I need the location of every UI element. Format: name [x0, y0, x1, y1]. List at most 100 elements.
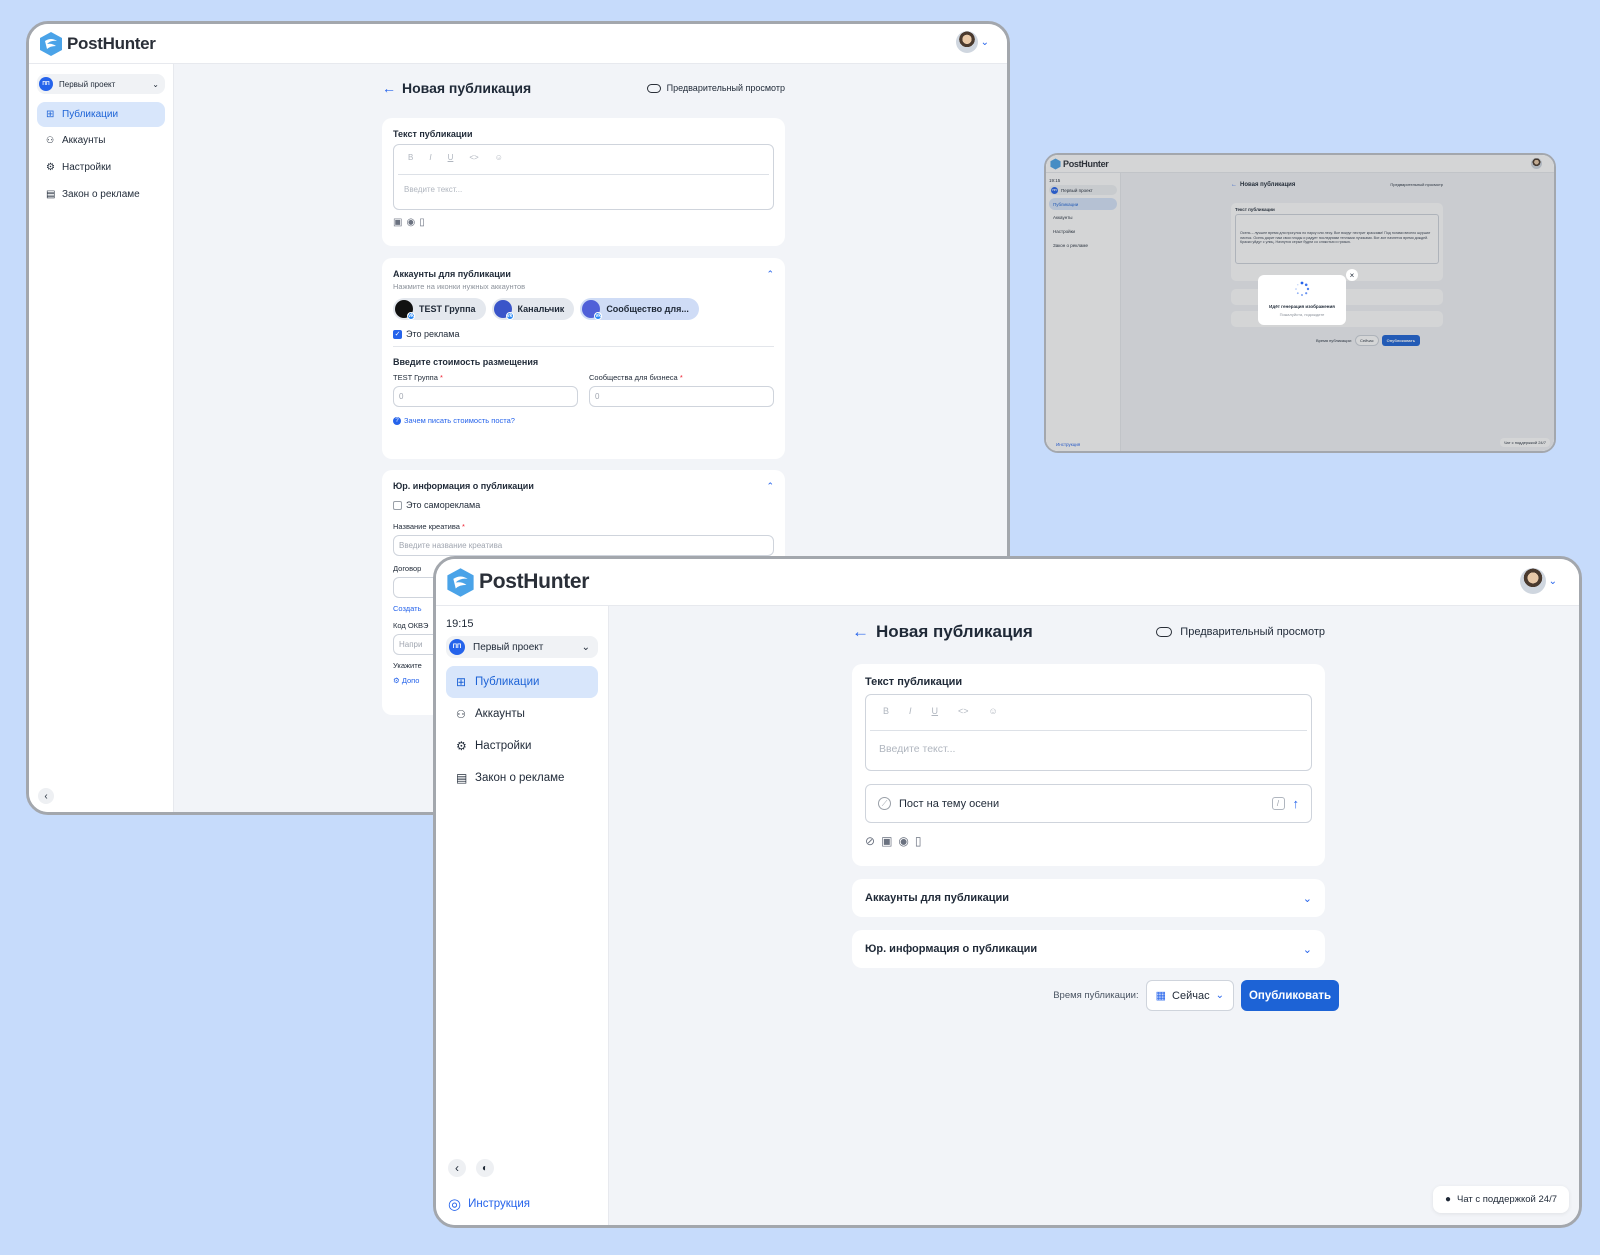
italic-icon[interactable]: I — [909, 706, 912, 719]
user-avatar[interactable] — [1519, 568, 1546, 594]
vk-icon: vk — [505, 312, 514, 320]
chevron-down-icon[interactable]: ⌄ — [981, 37, 989, 48]
chevron-down-icon: ⌄ — [1215, 990, 1224, 1001]
publish-time-label: Время публикации: — [1053, 990, 1139, 1001]
nav-item-accounts[interactable]: ⚇ Аккаунты — [446, 698, 598, 730]
chevron-down-icon[interactable]: ⌄ — [1303, 892, 1312, 905]
underline-icon[interactable]: U — [932, 706, 939, 719]
section-title: Текст публикации — [393, 129, 473, 139]
accounts-collapsed[interactable]: Аккаунты для публикации ⌄ — [852, 879, 1325, 917]
nav-label: Настройки — [475, 740, 532, 752]
grid-icon: ⊞ — [456, 675, 467, 689]
logo-icon — [40, 31, 62, 56]
image-icon[interactable]: ▣ — [881, 834, 892, 848]
collapse-sidebar-icon[interactable]: ‹ — [448, 1159, 466, 1177]
publish-button[interactable]: Опубликовать — [1241, 980, 1339, 1011]
image-icon[interactable]: ▣ — [393, 217, 402, 228]
emoji-icon[interactable]: ☺ — [495, 153, 503, 166]
code-icon[interactable]: <> — [469, 153, 478, 166]
project-badge: ПП — [39, 77, 53, 91]
code-icon[interactable]: <> — [958, 706, 969, 719]
italic-icon[interactable]: I — [429, 153, 431, 166]
emoji-icon[interactable]: ☺ — [989, 706, 998, 719]
creative-label: Название креатива — [393, 522, 460, 531]
text-editor[interactable]: B I U <> ☺ Введите текст... — [393, 144, 774, 210]
accounts-title: Аккаунты для публикации — [865, 892, 1010, 904]
user-avatar[interactable] — [955, 31, 978, 53]
nav-item-ad-law[interactable]: ▤ Закон о рекламе — [37, 181, 165, 208]
nav-item-accounts[interactable]: ⚇ Аккаунты — [37, 127, 165, 154]
account-chip-test-group[interactable]: vk TEST Группа — [393, 298, 486, 320]
project-selector[interactable]: ПП Первый проект ⌄ — [37, 74, 165, 94]
chip-label: TEST Группа — [419, 304, 476, 314]
ad-checkbox[interactable]: ✓ — [393, 329, 402, 339]
cost-help-link[interactable]: Зачем писать стоимость поста? — [404, 416, 515, 425]
video-icon[interactable]: ◉ — [898, 834, 908, 848]
additional-link[interactable]: Допо — [402, 676, 420, 685]
cost-label: Сообщества для бизнеса — [589, 373, 678, 382]
nav-item-publications[interactable]: ⊞ Публикации — [37, 102, 165, 127]
creative-input[interactable]: Введите название креатива — [393, 535, 774, 556]
cost-title: Введите стоимость размещения — [393, 357, 539, 367]
preview-toggle[interactable] — [646, 83, 661, 93]
legal-collapsed[interactable]: Юр. информация о публикации ⌄ — [852, 930, 1325, 968]
chevron-down-icon[interactable]: ⌄ — [1549, 576, 1557, 587]
accounts-card: Аккаунты для публикации ⌃ Нажмите на икон… — [382, 258, 785, 459]
send-arrow-icon[interactable]: ↑ — [1293, 796, 1300, 811]
account-avatar: vk — [395, 300, 415, 320]
project-selector[interactable]: ПП Первый проект ⌄ — [446, 636, 598, 658]
collapse-sidebar-icon[interactable]: ‹ — [38, 788, 54, 804]
underline-icon[interactable]: U — [448, 153, 454, 166]
screenshot-frame-ai-prompt: PostHunter ⌄ 19:15 ПП Первый проект ⌄ ⊞ П… — [433, 556, 1582, 1228]
chip-label: Сообщество для... — [606, 304, 689, 314]
video-icon[interactable]: ◉ — [406, 217, 415, 228]
nav-label: Аккаунты — [62, 135, 106, 146]
ai-generate-icon[interactable]: ⊘ — [865, 834, 875, 848]
bold-icon[interactable]: B — [883, 706, 889, 719]
accounts-hint: Нажмите на иконки нужных аккаунтов — [393, 282, 526, 291]
nav-label: Аккаунты — [475, 708, 525, 720]
ai-compass-icon: ⟋ — [878, 797, 891, 810]
instruction-link[interactable]: Инструкция — [468, 1198, 530, 1210]
vk-icon: vk — [594, 312, 603, 320]
nav-item-ad-law[interactable]: ▤ Закон о рекламе — [446, 762, 598, 794]
required-mark: * — [439, 373, 443, 382]
help-icon: ? — [393, 416, 401, 425]
nav-item-publications[interactable]: ⊞ Публикации — [446, 666, 598, 698]
back-arrow-icon[interactable]: ← — [852, 622, 869, 642]
app-logo[interactable]: PostHunter — [39, 31, 156, 57]
nav-item-settings[interactable]: ⚙ Настройки — [446, 730, 598, 762]
app-logo[interactable]: PostHunter — [446, 567, 589, 598]
nav-item-settings[interactable]: ⚙ Настройки — [37, 154, 165, 181]
slash-command-icon[interactable]: / — [1271, 797, 1285, 810]
ai-prompt-value: Пост на тему осени — [899, 797, 1000, 810]
self-ad-checkbox[interactable] — [393, 500, 402, 510]
account-avatar: vk — [582, 300, 603, 320]
bold-icon[interactable]: B — [408, 153, 413, 166]
cost-input-test-group[interactable]: 0 — [393, 386, 578, 407]
nav-label: Публикации — [62, 109, 119, 120]
chevron-down-icon[interactable]: ⌄ — [1303, 943, 1312, 956]
text-card: Текст публикации B I U <> ☺ Введите текст...… — [852, 664, 1325, 866]
required-mark: * — [679, 373, 683, 382]
account-chip-community[interactable]: vk Сообщество для... — [580, 298, 699, 320]
account-chip-channel[interactable]: vk Канальчик — [491, 298, 575, 320]
support-chat-button[interactable]: ● Чат с поддержкой 24/7 — [1432, 1186, 1569, 1213]
chevron-up-icon[interactable]: ⌃ — [766, 269, 774, 280]
time-select[interactable]: ▦ Сейчас ⌄ — [1145, 980, 1234, 1011]
preview-toggle[interactable] — [1156, 627, 1173, 637]
theme-toggle-icon[interactable]: ◐ — [476, 1159, 494, 1177]
spinner-icon — [1295, 281, 1310, 296]
chat-bubble-icon: ● — [1444, 1194, 1451, 1205]
text-placeholder: Введите текст... — [879, 743, 956, 755]
file-icon[interactable]: ▯ — [419, 217, 425, 228]
chevron-up-icon[interactable]: ⌃ — [766, 481, 774, 492]
close-icon[interactable]: × — [1346, 269, 1358, 281]
back-arrow-icon[interactable]: ← — [382, 80, 396, 96]
users-icon: ⚇ — [46, 135, 55, 145]
cost-input-business[interactable]: 0 — [589, 386, 774, 407]
file-icon[interactable]: ▯ — [915, 834, 922, 848]
ai-prompt-input[interactable]: ⟋ Пост на тему осени / ↑ — [865, 784, 1312, 823]
globe-icon: ◎ — [448, 1196, 462, 1213]
text-editor[interactable]: B I U <> ☺ Введите текст... — [865, 694, 1312, 771]
